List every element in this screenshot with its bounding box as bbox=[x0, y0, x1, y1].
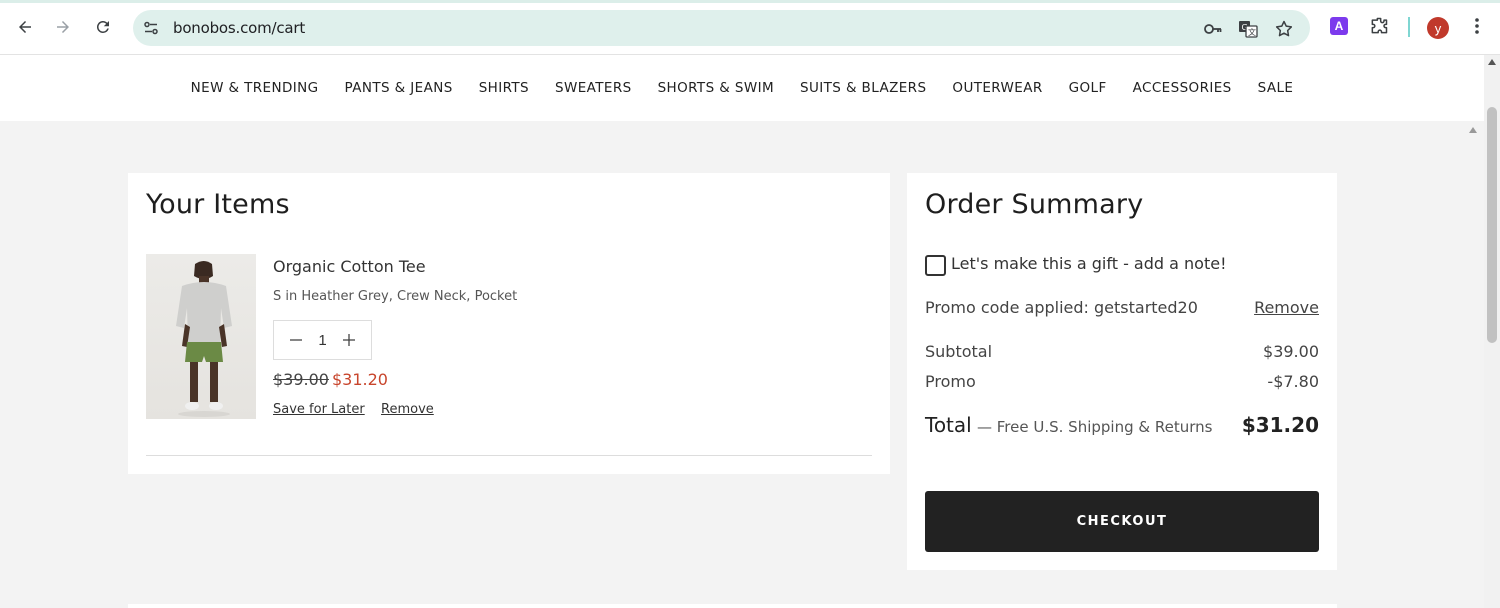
site-info-icon[interactable] bbox=[142, 19, 160, 37]
remove-promo-link[interactable]: Remove bbox=[1254, 298, 1319, 317]
decrement-icon[interactable] bbox=[288, 332, 304, 348]
nav-shorts-swim[interactable]: SHORTS & SWIM bbox=[658, 80, 774, 96]
product-variant: S in Heather Grey, Crew Neck, Pocket bbox=[273, 289, 518, 304]
items-divider bbox=[146, 455, 872, 456]
cart-items-panel: Your Items Organic Cotton Tee S in Heath… bbox=[128, 173, 890, 474]
shipping-note: — Free U.S. Shipping & Returns bbox=[977, 418, 1213, 436]
browser-toolbar: bonobos.com/cart G文 A y bbox=[0, 0, 1500, 55]
url-text[interactable]: bonobos.com/cart bbox=[173, 19, 305, 37]
nav-outerwear[interactable]: OUTERWEAR bbox=[952, 80, 1042, 96]
bookmark-star-icon[interactable] bbox=[1274, 19, 1294, 39]
quantity-stepper: 1 bbox=[273, 320, 372, 360]
address-bar[interactable]: bonobos.com/cart G文 bbox=[133, 10, 1310, 46]
total-label: Total bbox=[925, 413, 972, 437]
nav-accessories[interactable]: ACCESSORIES bbox=[1133, 80, 1232, 96]
translate-icon[interactable]: G文 bbox=[1238, 19, 1258, 39]
inner-scroll-up-icon[interactable] bbox=[1469, 127, 1477, 133]
nav-new-trending[interactable]: NEW & TRENDING bbox=[191, 80, 319, 96]
back-icon[interactable] bbox=[12, 14, 38, 40]
product-image[interactable] bbox=[146, 254, 256, 419]
category-nav: NEW & TRENDING PANTS & JEANS SHIRTS SWEA… bbox=[0, 55, 1484, 121]
checkout-button[interactable]: CHECKOUT bbox=[925, 491, 1319, 552]
nav-sweaters[interactable]: SWEATERS bbox=[555, 80, 632, 96]
original-price: $39.00 bbox=[273, 370, 329, 389]
promo-applied-text: Promo code applied: getstarted20 bbox=[925, 298, 1198, 317]
sale-price: $31.20 bbox=[332, 370, 388, 389]
summary-title: Order Summary bbox=[925, 189, 1144, 220]
gift-label[interactable]: Let's make this a gift - add a note! bbox=[951, 254, 1226, 273]
remove-item-link[interactable]: Remove bbox=[381, 402, 434, 417]
profile-avatar[interactable]: y bbox=[1427, 17, 1449, 39]
increment-icon[interactable] bbox=[341, 332, 357, 348]
subtotal-label: Subtotal bbox=[925, 342, 993, 361]
forward-icon[interactable] bbox=[50, 14, 76, 40]
extension-a-icon[interactable]: A bbox=[1328, 15, 1350, 37]
extensions-puzzle-icon[interactable] bbox=[1368, 15, 1390, 37]
reload-icon[interactable] bbox=[90, 14, 116, 40]
nav-pants-jeans[interactable]: PANTS & JEANS bbox=[345, 80, 453, 96]
lower-panel-edge bbox=[128, 604, 1337, 608]
gift-checkbox[interactable] bbox=[925, 255, 946, 276]
items-title: Your Items bbox=[146, 189, 290, 220]
extension-a-label: A bbox=[1330, 17, 1348, 35]
total-value: $31.20 bbox=[1241, 413, 1319, 437]
product-name[interactable]: Organic Cotton Tee bbox=[273, 257, 426, 276]
promo-label: Promo bbox=[925, 372, 976, 391]
toolbar-divider bbox=[1408, 17, 1410, 37]
menu-kebab-icon[interactable] bbox=[1466, 15, 1488, 37]
scrollbar-thumb[interactable] bbox=[1487, 107, 1497, 343]
password-key-icon[interactable] bbox=[1203, 19, 1223, 39]
nav-shirts[interactable]: SHIRTS bbox=[479, 80, 529, 96]
tab-strip-edge bbox=[0, 0, 1500, 3]
page-scrollbar[interactable] bbox=[1484, 55, 1500, 608]
promo-value: -$7.80 bbox=[1267, 372, 1319, 391]
save-for-later-link[interactable]: Save for Later bbox=[273, 402, 365, 417]
nav-sale[interactable]: SALE bbox=[1258, 80, 1294, 96]
subtotal-value: $39.00 bbox=[1263, 342, 1319, 361]
scroll-up-arrow-icon[interactable] bbox=[1488, 59, 1496, 65]
quantity-value[interactable]: 1 bbox=[318, 332, 326, 349]
nav-golf[interactable]: GOLF bbox=[1069, 80, 1107, 96]
nav-suits-blazers[interactable]: SUITS & BLAZERS bbox=[800, 80, 926, 96]
svg-text:文: 文 bbox=[1248, 27, 1256, 37]
order-summary-panel: Order Summary Let's make this a gift - a… bbox=[907, 173, 1337, 570]
